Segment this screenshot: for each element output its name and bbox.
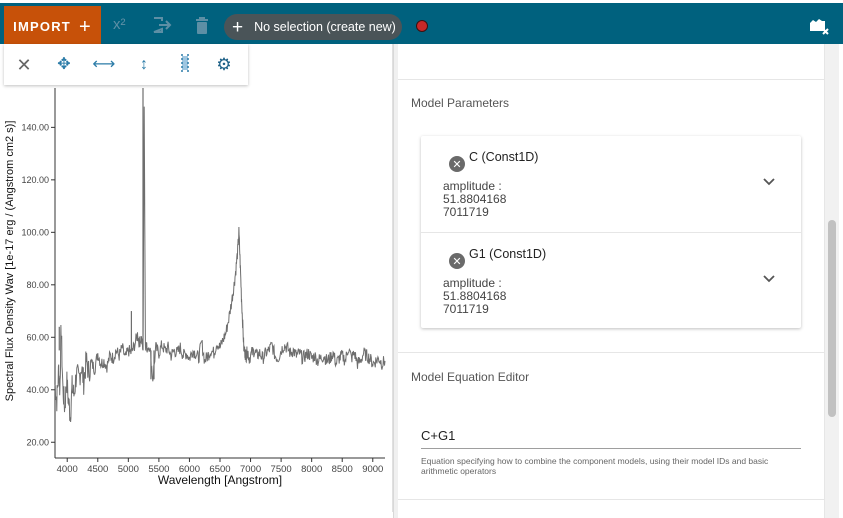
spectrum-plot[interactable]: 20.00 40.00 60.00 80.00 100.00 120.00 140.00 40… (4, 44, 393, 512)
model-parameters-title: Model Parameters (411, 96, 510, 110)
x-tick-label: 4000 (57, 464, 78, 475)
x-tick-label: 9000 (362, 464, 383, 475)
component-name: C (Const1D) (469, 150, 539, 164)
y-tick-label: 20.00 (26, 437, 49, 447)
y-tick-label: 120.00 (21, 175, 49, 185)
x-tick-label: 8000 (301, 464, 322, 475)
x-tick-label: 5000 (118, 464, 139, 475)
gear-icon[interactable]: ⚙ (204, 56, 244, 73)
y-tick-label: 140.00 (21, 122, 49, 132)
trash-icon[interactable] (195, 17, 209, 38)
range-select-icon[interactable] (164, 53, 204, 76)
divider (398, 79, 824, 80)
vertical-zoom-icon[interactable]: ↕ (124, 56, 164, 73)
y-tick-label: 80.00 (26, 280, 49, 290)
record-icon[interactable] (416, 20, 428, 32)
component-name: G1 (Const1D) (469, 247, 547, 261)
model-parameters-list: ✕ C (Const1D) amplitude : 51.8804168 701… (421, 136, 801, 328)
scrollbar-thumb[interactable] (828, 220, 836, 417)
model-equation-editor-title: Model Equation Editor (411, 370, 530, 384)
chevron-down-icon[interactable] (761, 271, 777, 287)
x-axis-label: Wavelength [Angstrom] (158, 473, 282, 487)
y-tick-label: 60.00 (26, 332, 49, 342)
top-toolbar: IMPORT + x² + No selection (create new) (0, 0, 843, 47)
chevron-down-icon[interactable] (761, 174, 777, 190)
horizontal-zoom-icon[interactable]: ⟷ (84, 56, 124, 73)
equation-input-underline (421, 448, 801, 449)
divider (398, 352, 824, 353)
amplitude-value: amplitude : 51.8804168 7011719 (443, 179, 507, 219)
app-window: IMPORT + x² + No selection (create new) … (0, 0, 843, 518)
plugin-tray-icon[interactable] (809, 17, 829, 35)
y-tick-label: 100.00 (21, 227, 49, 237)
square-icon[interactable]: x² (113, 17, 126, 32)
amplitude-value: amplitude : 51.8804168 7011719 (443, 276, 507, 316)
viewer-toolbar: ✕ ✥ ⟷ ↕ ⚙ (4, 44, 248, 85)
spectrum-viewer[interactable]: 20.00 40.00 60.00 80.00 100.00 120.00 140.00 40… (4, 44, 393, 512)
pan-zoom-icon[interactable]: ✥ (44, 56, 84, 73)
scrollbar[interactable] (824, 44, 839, 518)
equation-input[interactable]: C+G1 (421, 428, 801, 443)
remove-component-icon[interactable]: ✕ (449, 253, 465, 269)
import-button[interactable]: IMPORT + (4, 6, 101, 47)
equation-help-text: Equation specifying how to combine the c… (421, 456, 769, 476)
plus-icon: + (78, 15, 92, 38)
model-component-c[interactable]: ✕ C (Const1D) amplitude : 51.8804168 701… (421, 136, 801, 232)
x-tick-label: 8500 (332, 464, 353, 475)
model-fitting-panel: Model Parameters ✕ C (Const1D) amplitude… (398, 44, 824, 518)
divider (398, 499, 824, 500)
spectrum-series-line (54, 106, 386, 423)
plus-icon: + (232, 16, 244, 38)
import-label: IMPORT (13, 19, 71, 34)
model-component-g1[interactable]: ✕ G1 (Const1D) amplitude : 51.8804168 70… (421, 232, 801, 328)
close-icon[interactable]: ✕ (4, 56, 44, 74)
subset-selection-dropdown[interactable]: + No selection (create new) (224, 14, 402, 40)
y-tick-label: 40.00 (26, 385, 49, 395)
selection-label: No selection (create new) (254, 20, 396, 34)
x-tick-label: 4500 (87, 464, 108, 475)
export-icon[interactable] (152, 17, 172, 37)
remove-component-icon[interactable]: ✕ (449, 156, 465, 172)
y-axis-label: Spectral Flux Density Wav [1e-17 erg / (… (4, 121, 16, 402)
